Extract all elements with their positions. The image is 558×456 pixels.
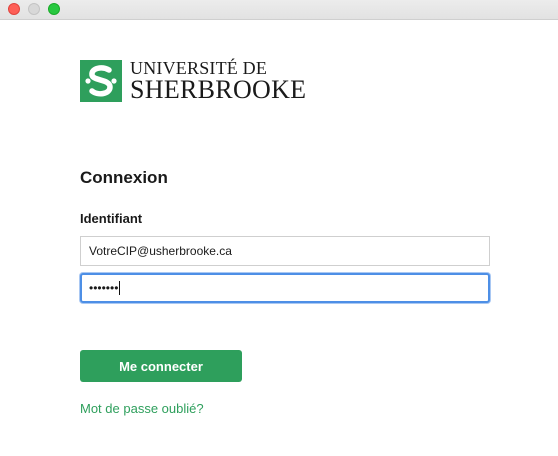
text-caret bbox=[119, 281, 121, 295]
username-value: VotreCIP@usherbrooke.ca bbox=[89, 244, 232, 258]
forgot-password-link[interactable]: Mot de passe oublié? bbox=[80, 401, 204, 416]
page-title: Connexion bbox=[80, 168, 168, 187]
university-name-line2: SHERBROOKE bbox=[130, 75, 307, 104]
app-window: UNIVERSITÉ DE SHERBROOKE Connexion Ident… bbox=[0, 0, 558, 456]
username-field[interactable]: VotreCIP@usherbrooke.ca bbox=[80, 236, 490, 266]
title-bar bbox=[0, 0, 558, 20]
university-logo-mark-icon bbox=[80, 60, 122, 102]
password-field[interactable]: ••••••• bbox=[80, 273, 490, 303]
university-name: UNIVERSITÉ DE SHERBROOKE bbox=[130, 59, 306, 103]
password-mask: ••••••• bbox=[89, 281, 119, 295]
maximize-window-icon[interactable] bbox=[48, 3, 60, 15]
username-label: Identifiant bbox=[80, 211, 143, 226]
close-window-icon[interactable] bbox=[8, 3, 20, 15]
university-logo: UNIVERSITÉ DE SHERBROOKE bbox=[80, 59, 306, 103]
login-button[interactable]: Me connecter bbox=[80, 350, 242, 382]
minimize-window-icon[interactable] bbox=[28, 3, 40, 15]
